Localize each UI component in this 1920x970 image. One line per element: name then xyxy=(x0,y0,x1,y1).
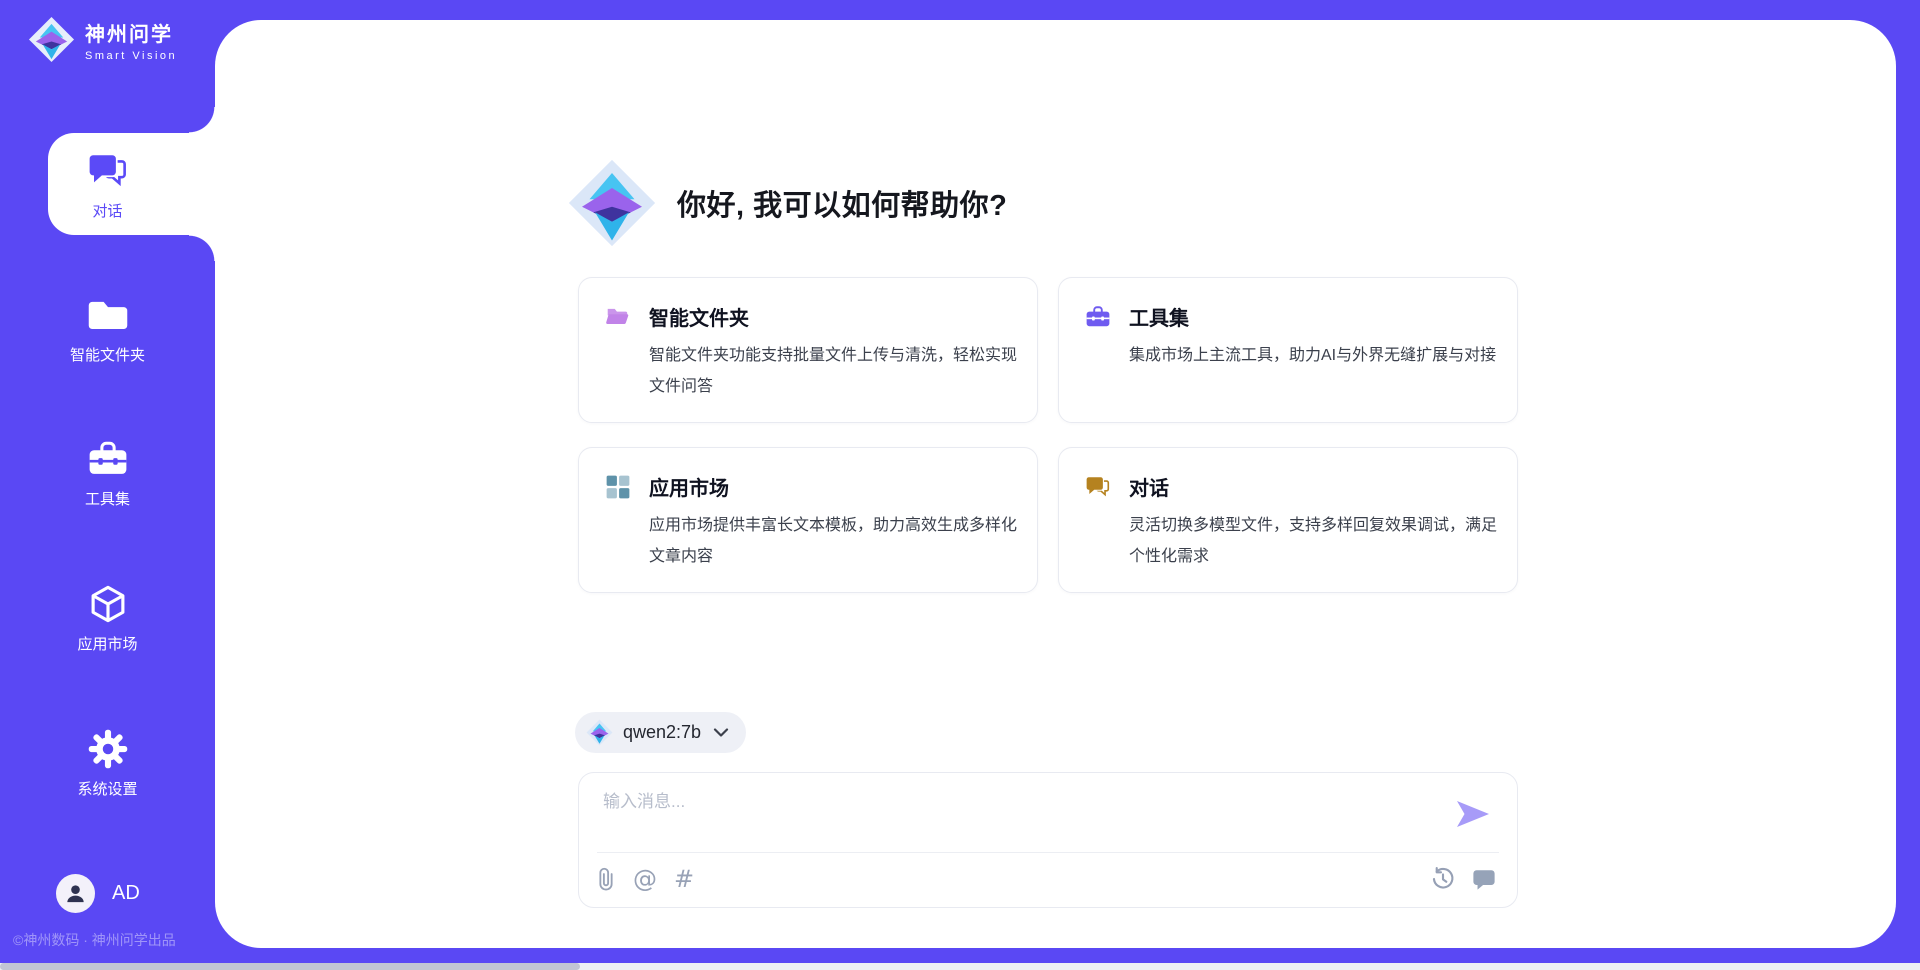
sidebar-item-label: 系统设置 xyxy=(77,778,137,799)
composer-toolbar: @ # xyxy=(593,859,1497,899)
sidebar: 神州问学 Smart Vision 对话 智能文件夹 工具集 xyxy=(0,0,215,970)
card-smart-folder[interactable]: 智能文件夹 智能文件夹功能支持批量文件上传与清洗，轻松实现文件问答 xyxy=(578,277,1038,423)
card-description: 集成市场上主流工具，助力AI与外界无缝扩展与对接 xyxy=(1129,340,1497,371)
grid-icon xyxy=(605,474,631,500)
sidebar-item-label: 对话 xyxy=(92,200,122,221)
message-input[interactable] xyxy=(603,787,1453,843)
hash-icon: # xyxy=(674,865,694,893)
active-tab-bottom-curve xyxy=(189,235,215,261)
card-description: 智能文件夹功能支持批量文件上传与清洗，轻松实现文件问答 xyxy=(649,340,1017,402)
sidebar-item-app-market[interactable]: 应用市场 xyxy=(0,583,215,654)
user-name: AD xyxy=(112,882,140,905)
greeting-logo-icon xyxy=(567,158,657,248)
copyright-footer: ©神州数码 · 神州问学出品 xyxy=(13,930,176,950)
send-icon xyxy=(1455,799,1491,829)
scrollbar-thumb[interactable] xyxy=(0,963,580,970)
user-profile[interactable]: AD xyxy=(56,874,140,913)
main-content: 你好, 我可以如何帮助你? 智能文件夹 智能文件夹功能支持批量文件上传与清洗，轻… xyxy=(215,20,1896,948)
card-description: 灵活切换多模型文件，支持多样回复效果调试，满足个性化需求 xyxy=(1129,510,1497,572)
attach-file-button[interactable] xyxy=(593,864,619,894)
card-title: 智能文件夹 xyxy=(649,302,749,331)
avatar xyxy=(56,874,95,913)
gear-icon xyxy=(87,728,129,770)
toolbox-icon xyxy=(87,438,129,480)
sidebar-item-settings[interactable]: 系统设置 xyxy=(0,728,215,799)
model-name: qwen2:7b xyxy=(623,722,701,743)
card-title: 对话 xyxy=(1129,472,1169,501)
card-app-market[interactable]: 应用市场 应用市场提供丰富长文本模板，助力高效生成多样化文章内容 xyxy=(578,447,1038,593)
toolbox-icon xyxy=(1085,304,1111,330)
speech-bubble-icon xyxy=(1472,867,1496,891)
card-chat[interactable]: 对话 灵活切换多模型文件，支持多样回复效果调试，满足个性化需求 xyxy=(1058,447,1518,593)
paperclip-icon xyxy=(594,866,618,892)
model-selector[interactable]: qwen2:7b xyxy=(575,712,746,753)
horizontal-scrollbar[interactable] xyxy=(0,963,1920,970)
sidebar-item-smart-folder[interactable]: 智能文件夹 xyxy=(0,294,215,365)
history-clock-icon xyxy=(1431,867,1455,891)
sidebar-item-label: 工具集 xyxy=(85,488,130,509)
history-button[interactable] xyxy=(1430,864,1456,894)
at-icon: @ xyxy=(633,865,657,893)
card-toolset[interactable]: 工具集 集成市场上主流工具，助力AI与外界无缝扩展与对接 xyxy=(1058,277,1518,423)
brand-logo-icon xyxy=(28,16,75,63)
card-title: 工具集 xyxy=(1129,302,1189,331)
page-title: 你好, 我可以如何帮助你? xyxy=(677,182,1007,224)
brand-name: 神州问学 xyxy=(85,18,177,47)
sidebar-item-label: 应用市场 xyxy=(77,633,137,654)
send-button[interactable] xyxy=(1455,799,1491,829)
brand-subtitle: Smart Vision xyxy=(85,50,177,62)
sidebar-item-toolset[interactable]: 工具集 xyxy=(0,438,215,509)
sidebar-item-label: 智能文件夹 xyxy=(70,344,145,365)
person-icon xyxy=(64,882,87,905)
topic-button[interactable]: # xyxy=(671,864,697,894)
chat-icon xyxy=(87,150,129,192)
brand: 神州问学 Smart Vision xyxy=(28,16,177,63)
composer-divider xyxy=(597,852,1499,853)
sidebar-item-chat[interactable]: 对话 xyxy=(0,150,215,221)
card-title: 应用市场 xyxy=(649,472,729,501)
feature-cards: 智能文件夹 智能文件夹功能支持批量文件上传与清洗，轻松实现文件问答 工具集 集成… xyxy=(578,277,1518,593)
chat-icon xyxy=(1085,474,1111,500)
chevron-down-icon xyxy=(713,728,729,738)
cube-icon xyxy=(87,583,129,625)
greeting: 你好, 我可以如何帮助你? xyxy=(567,158,1007,248)
folder-open-icon xyxy=(605,304,631,330)
message-composer: @ # xyxy=(578,772,1518,908)
model-logo-icon xyxy=(586,719,613,746)
conversation-button[interactable] xyxy=(1471,864,1497,894)
card-description: 应用市场提供丰富长文本模板，助力高效生成多样化文章内容 xyxy=(649,510,1017,572)
mention-button[interactable]: @ xyxy=(632,864,658,894)
active-tab-top-curve xyxy=(189,107,215,133)
folder-icon xyxy=(87,294,129,336)
